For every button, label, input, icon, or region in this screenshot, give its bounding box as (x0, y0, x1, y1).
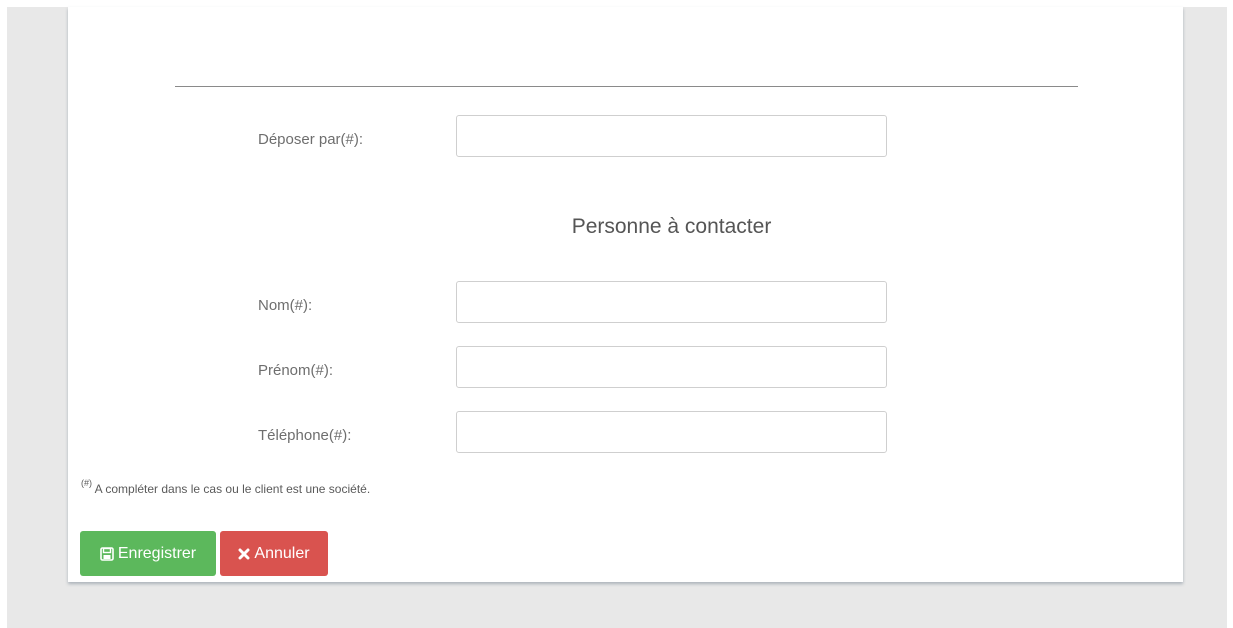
section-divider (175, 86, 1078, 87)
nom-label: Nom(#): (258, 297, 313, 314)
cancel-button-label: Annuler (254, 544, 310, 562)
section-title-contact: Personne à contacter (571, 215, 772, 238)
deposer-par-input[interactable] (456, 115, 887, 157)
footnote-marker: (#) (81, 478, 92, 488)
footnote: (#) A compléter dans le cas ou le client… (81, 478, 371, 496)
floppy-disk-icon (100, 546, 114, 561)
form-card: Déposer par(#): Personne à contacter Nom… (68, 7, 1183, 582)
prenom-input[interactable] (456, 346, 887, 388)
save-button-label: Enregistrer (117, 544, 197, 562)
save-button[interactable]: Enregistrer (80, 531, 216, 576)
nom-input[interactable] (456, 281, 887, 323)
prenom-label: Prénom(#): (258, 362, 334, 379)
footnote-text: A compléter dans le cas ou le client est… (94, 482, 371, 496)
cancel-button[interactable]: Annuler (220, 531, 328, 576)
telephone-label: Téléphone(#): (258, 427, 352, 444)
times-icon (238, 548, 250, 560)
deposer-par-label: Déposer par(#): (258, 131, 364, 148)
telephone-input[interactable] (456, 411, 887, 453)
